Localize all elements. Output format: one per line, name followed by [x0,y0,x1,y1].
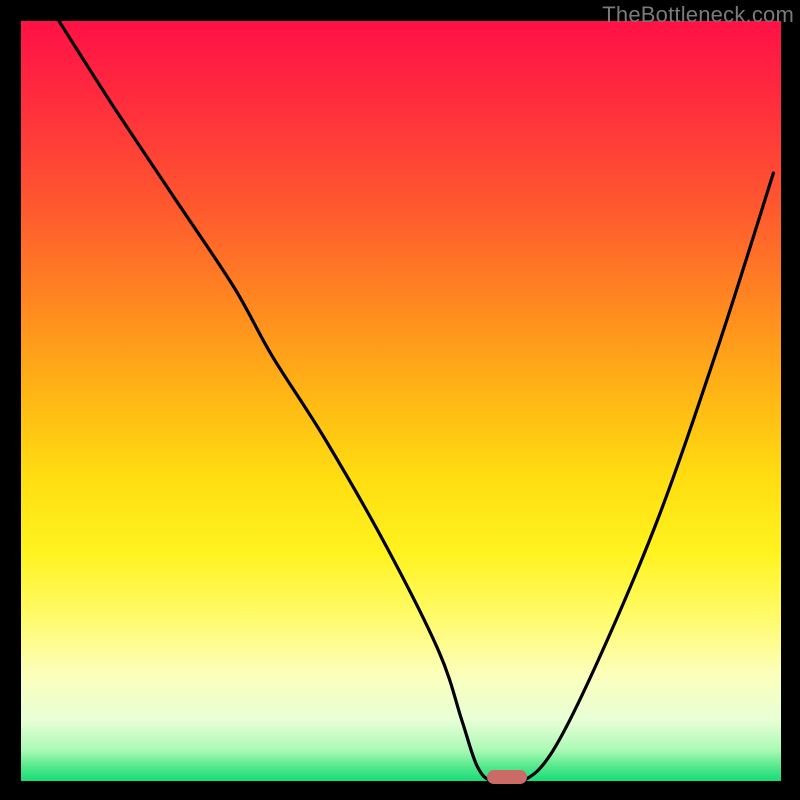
plot-area [21,21,781,781]
bottleneck-curve [21,21,781,781]
optimal-marker [487,770,527,784]
chart-frame: TheBottleneck.com [0,0,800,800]
watermark-text: TheBottleneck.com [602,2,794,28]
